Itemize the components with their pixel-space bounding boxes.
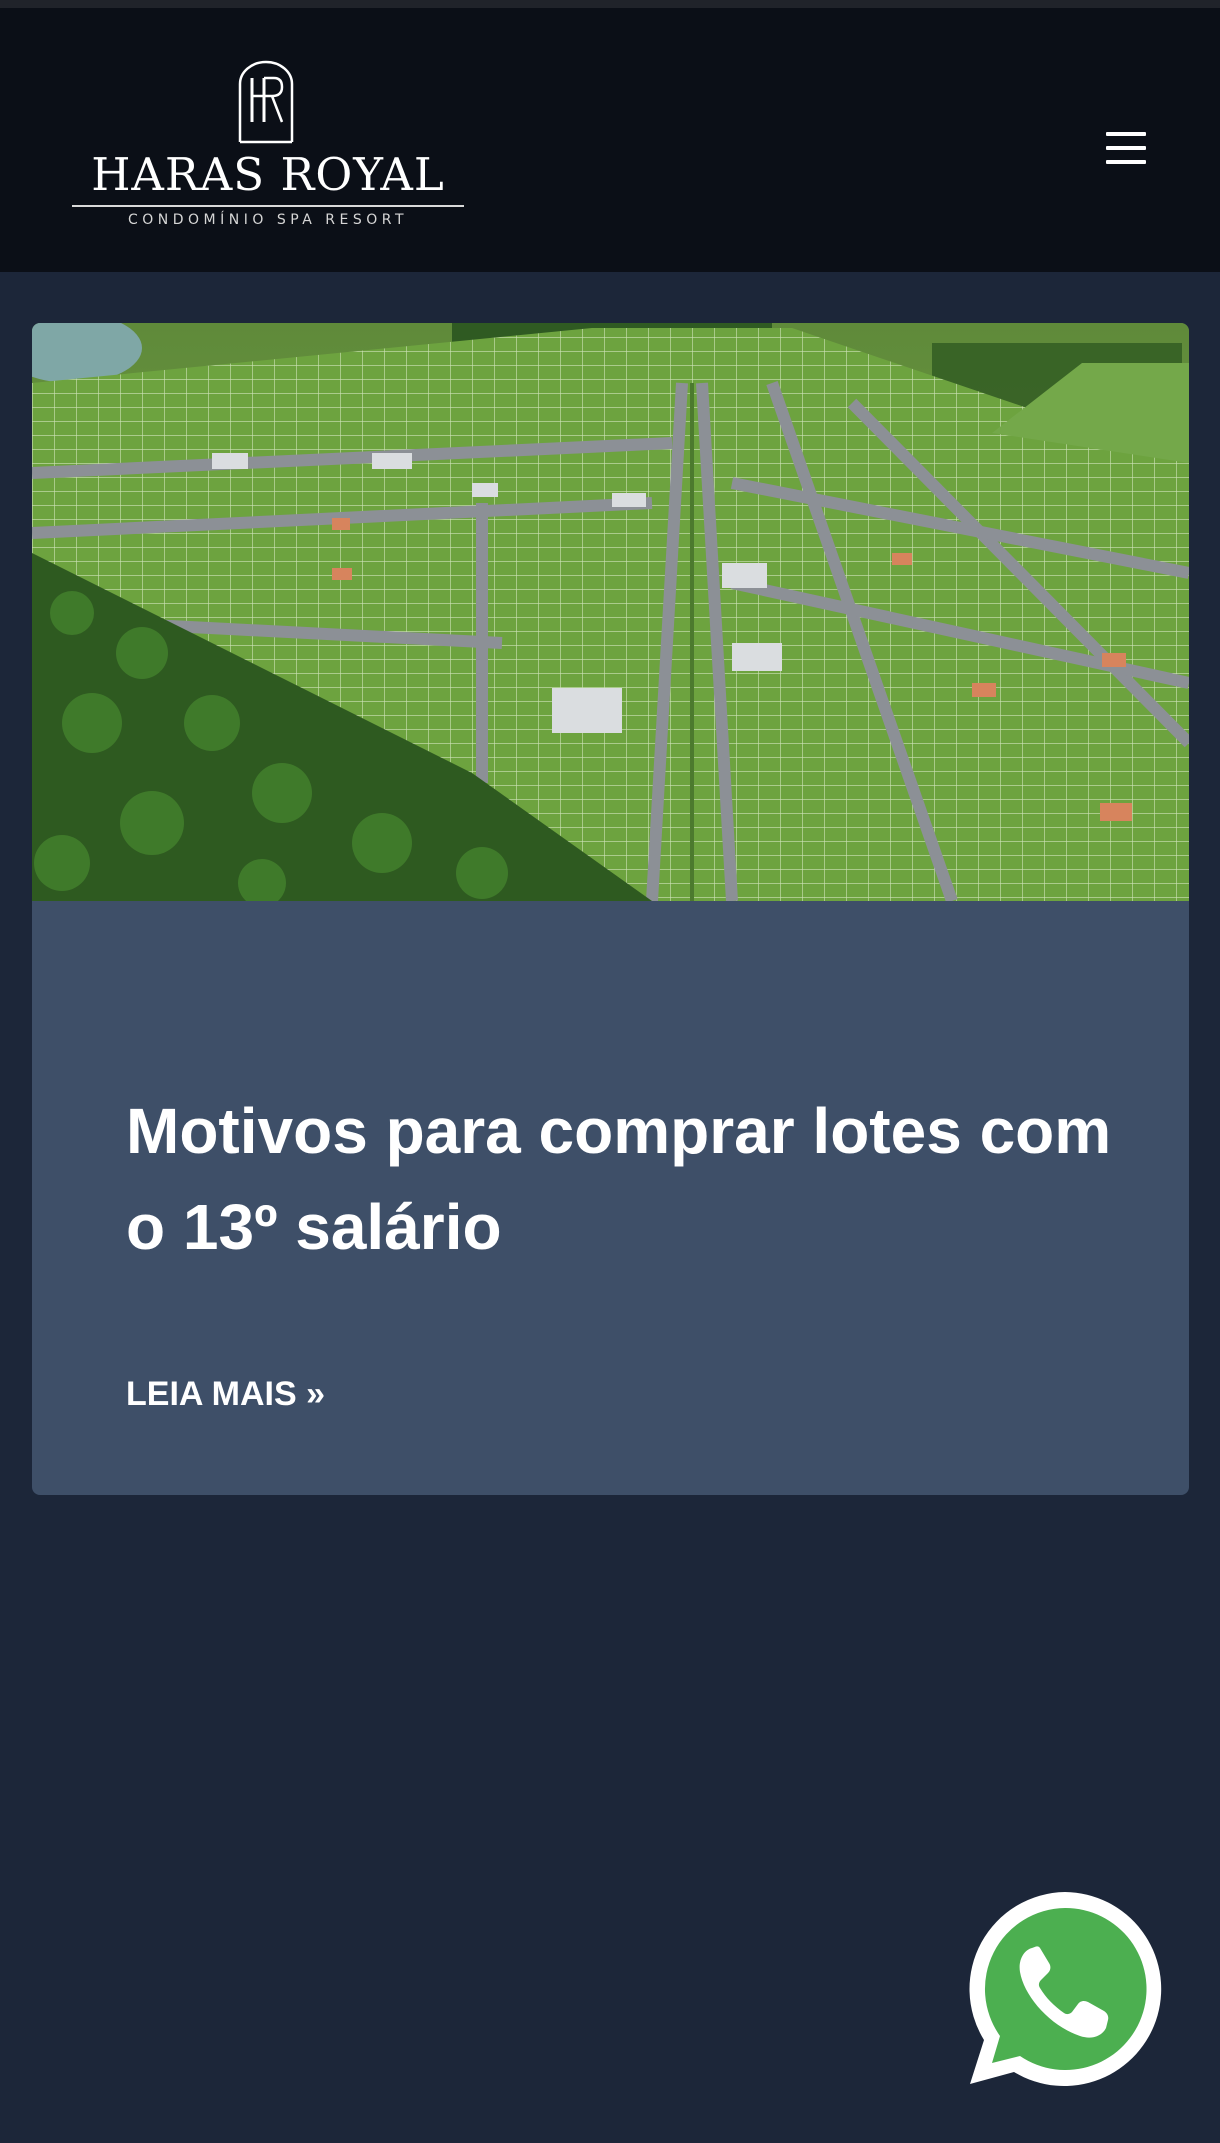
logo-name: HARAS ROYAL <box>91 148 445 201</box>
post-title[interactable]: Motivos para comprar lotes com o 13º sal… <box>126 1083 1126 1275</box>
top-strip <box>0 0 1220 8</box>
logo-divider <box>72 205 464 207</box>
site-logo[interactable]: HARAS ROYAL CONDOMÍNIO SPA RESORT <box>72 58 464 233</box>
logo-tagline: CONDOMÍNIO SPA RESORT <box>127 212 409 228</box>
hr-monogram-logo <box>238 60 294 144</box>
whatsapp-float-button[interactable] <box>962 1886 1168 2092</box>
site-header: HARAS ROYAL CONDOMÍNIO SPA RESORT <box>0 8 1220 272</box>
hamburger-menu-icon[interactable] <box>1096 118 1156 178</box>
post-thumbnail-image[interactable] <box>32 323 1189 901</box>
read-more-link[interactable]: LEIA MAIS » <box>126 1374 325 1414</box>
whatsapp-icon <box>969 1892 1162 2086</box>
post-card: Motivos para comprar lotes com o 13º sal… <box>32 323 1189 1495</box>
